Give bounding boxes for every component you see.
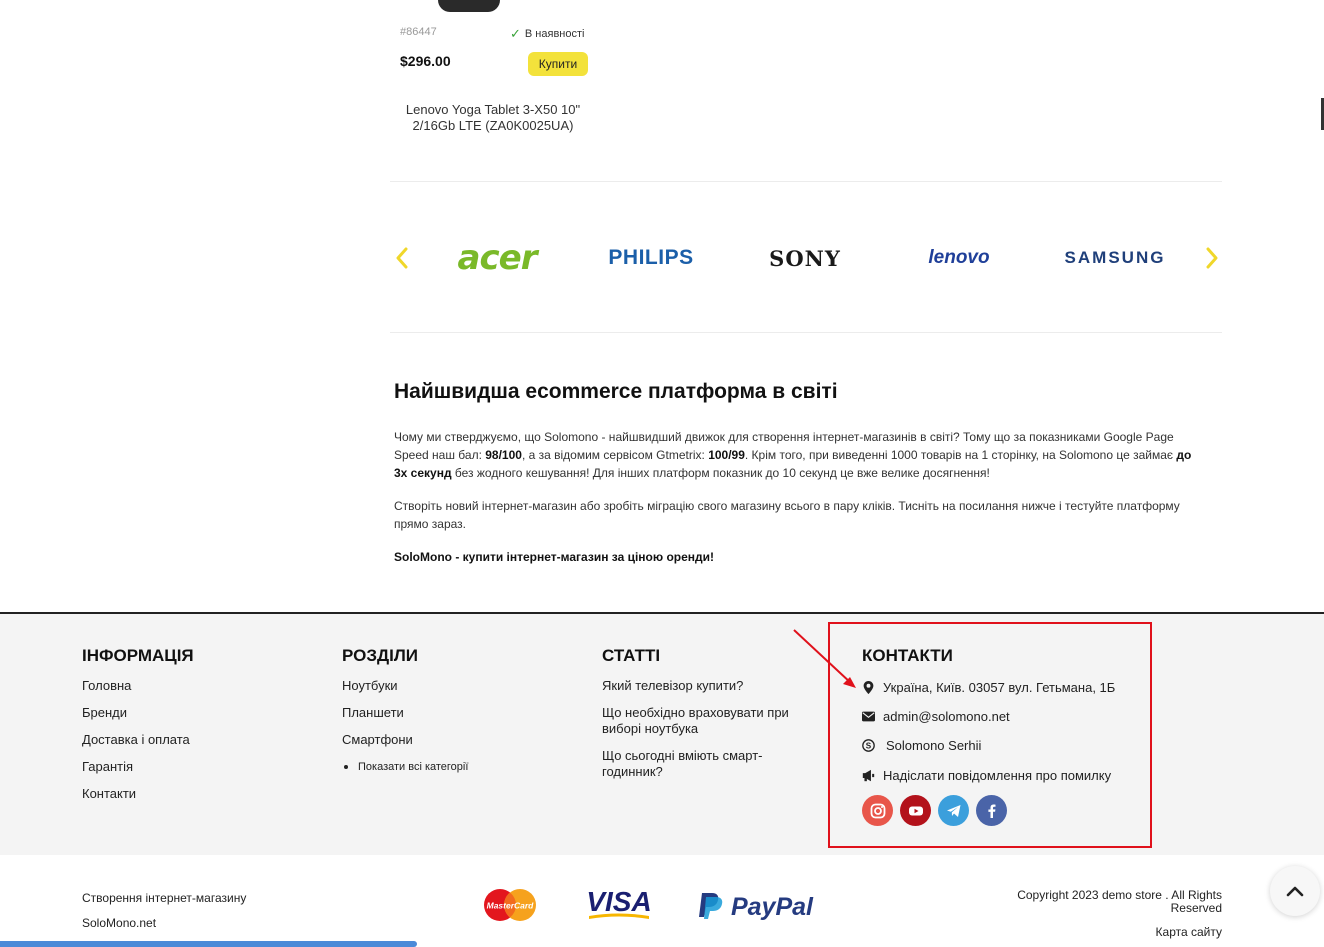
brand-acer[interactable]: acer [448,238,546,278]
stock-status: ✓ В наявності [510,26,584,42]
article-paragraph-3: SoloMono - купити інтернет-магазин за ці… [394,550,715,564]
footer-info-title: ІНФОРМАЦІЯ [82,646,194,665]
copyright: Copyright 2023 demo store . All Rights R… [1017,888,1222,915]
footer-articles-column: СТАТТІ Який телевізор купити? Що необхід… [602,646,812,791]
stock-label: В наявності [524,28,585,40]
footer-sections-column: РОЗДІЛИ Ноутбуки Планшети Смартфони Пока… [342,646,468,786]
footer-article-link[interactable]: Що необхідно враховувати при виборі ноут… [602,705,812,737]
scroll-to-top-button[interactable] [1270,866,1320,916]
footer-link-delivery[interactable]: Доставка і оплата [82,732,194,748]
product-card: #86447 ✓ В наявності $296.00 Купити Leno… [390,0,600,150]
annotation-arrow-icon [793,629,856,688]
brand-philips[interactable]: PHILIPS [604,238,698,278]
visa-logo: VISA [585,885,653,925]
footer-link-contacts[interactable]: Контакти [82,786,194,802]
product-sku: #86447 [400,26,437,38]
bullet-icon [344,765,348,769]
footer-link-tablets[interactable]: Планшети [342,705,468,721]
chevron-up-icon [1286,886,1304,897]
product-image[interactable] [438,0,500,12]
chevron-left-icon [396,247,408,269]
brand-lenovo[interactable]: lenovo [912,238,1006,278]
carousel-next-button[interactable] [1200,242,1224,274]
footer-sections-title: РОЗДІЛИ [342,646,418,665]
article-paragraph-2: Створіть новий інтернет-магазин або зроб… [394,499,1180,531]
footer-bottom: Створення інтернет-магазину SoloMono.net… [0,855,1324,947]
highlight-box [828,622,1152,848]
article-title: Найшвидша ecommerce платформа в світі [394,380,838,403]
mastercard-icon: MasterCard [484,889,536,921]
sitemap-link[interactable]: Карта сайту [1100,925,1222,939]
mastercard-label: MasterCard [487,901,535,911]
brands-carousel: acer PHILIPS SONY lenovo SAMSUNG [390,230,1222,286]
footer-article-link[interactable]: Який телевізор купити? [602,678,812,694]
product-price: $296.00 [400,53,451,69]
mastercard-logo: MasterCard [482,885,538,925]
footer-article-link[interactable]: Що сьогодні вміють смарт-годинник? [602,748,812,780]
paypal-icon: PayPal [699,893,814,921]
check-icon: ✓ [510,26,521,41]
create-shop-link[interactable]: Створення інтернет-магазину [82,891,246,905]
article-paragraph-1: Чому ми стверджуємо, що Solomono - найшв… [394,430,1192,480]
divider [390,181,1222,182]
footer-link-warranty[interactable]: Гарантія [82,759,194,775]
footer-link-home[interactable]: Головна [82,678,194,694]
carousel-prev-button[interactable] [390,242,414,274]
paypal-label: PayPal [731,893,814,921]
brand-samsung[interactable]: SAMSUNG [1065,238,1164,278]
divider [390,332,1222,333]
footer-link-show-all-categories[interactable]: Показати всі категорії [344,759,468,775]
solomono-link[interactable]: SoloMono.net [82,916,156,930]
visa-icon: VISA [586,886,652,919]
footer-link-smartphones[interactable]: Смартфони [342,732,468,748]
seo-article: Найшвидша ecommerce платформа в світі Чо… [394,380,1206,581]
footer-link-brands[interactable]: Бренди [82,705,194,721]
footer-articles-title: СТАТТІ [602,646,661,665]
footer-info-column: ІНФОРМАЦІЯ Головна Бренди Доставка і опл… [82,646,194,813]
paypal-logo: PayPal [697,885,825,925]
buy-button[interactable]: Купити [528,52,588,76]
progress-bar [0,941,417,947]
visa-label: VISA [586,886,651,917]
brand-sony[interactable]: SONY [758,238,852,278]
chevron-right-icon [1206,247,1218,269]
product-name-link[interactable]: Lenovo Yoga Tablet 3-X50 10" 2/16Gb LTE … [390,102,596,134]
footer-link-laptops[interactable]: Ноутбуки [342,678,468,694]
